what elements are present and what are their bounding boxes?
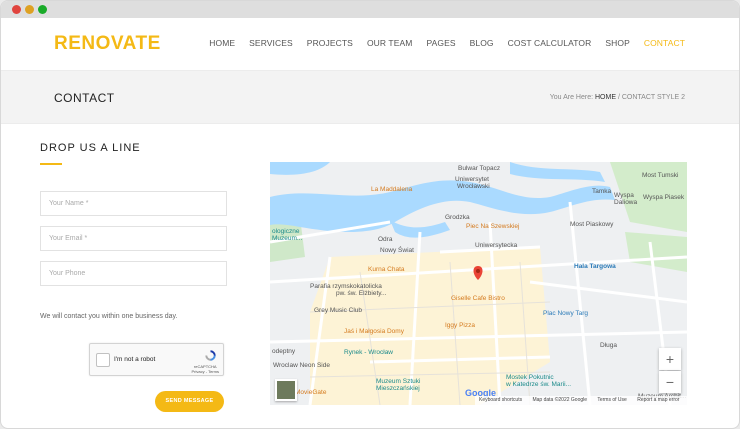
map-label: Rynek - Wrocław — [344, 349, 394, 356]
keyboard-shortcuts-link[interactable]: Keyboard shortcuts — [479, 397, 522, 403]
satellite-toggle-button[interactable] — [275, 379, 297, 401]
nav-pages[interactable]: PAGES — [426, 38, 455, 48]
recaptcha-checkbox[interactable] — [96, 353, 110, 367]
map-label: ologiczne — [272, 228, 300, 235]
map-label: Wrocławski — [457, 183, 490, 190]
map-label: Muzeum... — [272, 235, 303, 242]
breadcrumb-separator: / — [617, 94, 620, 101]
site-logo[interactable]: RENOVATE — [54, 33, 161, 55]
map-label: Piec Na Szewskiej — [466, 223, 520, 230]
map-label: odeptny — [272, 348, 296, 355]
nav-our-team[interactable]: OUR TEAM — [367, 38, 413, 48]
terms-link[interactable]: Terms of Use — [597, 397, 626, 403]
title-bar — [1, 1, 739, 18]
site-header: RENOVATE HOME SERVICES PROJECTS OUR TEAM… — [1, 18, 739, 70]
map-label: Kurna Chata — [368, 266, 405, 273]
map-label: Muzeum Sztuki — [376, 378, 421, 385]
nav-projects[interactable]: PROJECTS — [307, 38, 353, 48]
page-title: CONTACT — [54, 91, 115, 105]
map-label: w Katedrze św. Marii... — [506, 381, 572, 388]
map-label: Długa — [600, 342, 617, 349]
map-label: Wyspa — [614, 192, 634, 199]
recaptcha-logo-icon — [205, 350, 216, 361]
map-label: Mieszczańskiej — [376, 385, 420, 392]
send-message-button[interactable]: SEND MESSAGE — [155, 391, 224, 412]
form-title: DROP US A LINE — [40, 142, 141, 154]
maximize-window-button[interactable] — [38, 5, 47, 14]
map-label: Most Tumski — [642, 172, 679, 179]
breadcrumb: You Are Here: HOME / CONTACT STYLE 2 — [550, 94, 685, 101]
breadcrumb-prefix: You Are Here: — [549, 94, 594, 101]
map-label: Parafia rzymskokatolicka — [310, 283, 382, 290]
map-label: Hala Targowa — [574, 263, 616, 270]
phone-field[interactable]: Your Phone — [40, 261, 227, 286]
close-window-button[interactable] — [12, 5, 21, 14]
nav-shop[interactable]: SHOP — [605, 38, 630, 48]
nav-blog[interactable]: BLOG — [470, 38, 494, 48]
breadcrumb-current: CONTACT STYLE 2 — [621, 94, 685, 101]
breadcrumb-home[interactable]: HOME — [595, 94, 616, 101]
nav-home[interactable]: HOME — [209, 38, 235, 48]
map-label: Most Piaskowy — [570, 221, 614, 228]
map-label: Iggy Pizza — [445, 322, 475, 329]
email-field[interactable]: Your Email * — [40, 226, 227, 251]
title-underline — [40, 163, 62, 165]
map-label: Tamka — [592, 188, 612, 195]
zoom-out-button[interactable]: − — [659, 371, 681, 393]
map-data-text: Map data ©2022 Google — [532, 397, 588, 403]
map-label: Nowy Świat — [380, 247, 414, 254]
map-label: Jaś i Małgosia Domy — [344, 328, 404, 335]
map-label: Grodzka — [445, 214, 470, 221]
contact-note: We will contact you within one business … — [40, 313, 178, 320]
report-error-link[interactable]: Report a map error — [637, 397, 679, 403]
recaptcha-links[interactable]: Privacy - Terms — [192, 369, 219, 374]
browser-window: RENOVATE HOME SERVICES PROJECTS OUR TEAM… — [0, 0, 740, 429]
map-label: Wyspa Piasek — [643, 194, 685, 201]
map-label: pw. św. Elżbiety... — [336, 290, 387, 297]
google-map[interactable]: Uniwersytet Wrocławski Most Tumski Wyspa… — [270, 162, 687, 405]
recaptcha-label: I'm not a robot — [114, 356, 156, 363]
nav-contact[interactable]: CONTACT — [644, 38, 685, 48]
main-nav: HOME SERVICES PROJECTS OUR TEAM PAGES BL… — [195, 38, 685, 48]
recaptcha-brand: reCAPTCHA Privacy - Terms — [192, 364, 219, 374]
map-label: Plac Nowy Targ — [543, 310, 589, 317]
map-footer: Keyboard shortcuts Map data ©2022 Google… — [475, 396, 687, 405]
map-label: Odra — [378, 236, 393, 243]
map-label: Daliowa — [614, 199, 638, 206]
name-field[interactable]: Your Name * — [40, 191, 227, 216]
page-title-banner: CONTACT You Are Here: HOME / CONTACT STY… — [1, 70, 739, 124]
map-label: Bulwar Topacz — [458, 165, 501, 172]
recaptcha-widget: I'm not a robot reCAPTCHA Privacy - Term… — [89, 343, 224, 376]
minimize-window-button[interactable] — [25, 5, 34, 14]
map-label: La Maddalena — [371, 186, 413, 193]
map-label: Uniwersytet — [455, 176, 489, 183]
map-label: Mostek Pokutnic — [506, 374, 554, 381]
map-label: Grey Music Club — [314, 307, 363, 314]
map-label: MovieGate — [295, 389, 327, 396]
map-label: Giselle Cafe Bistro — [451, 295, 505, 302]
map-label: Wroclaw Neon Side — [273, 362, 330, 369]
zoom-in-button[interactable]: + — [659, 348, 681, 370]
contact-form-heading: DROP US A LINE — [40, 142, 230, 165]
nav-services[interactable]: SERVICES — [249, 38, 293, 48]
map-label: Uniwersytecka — [475, 242, 518, 249]
nav-cost-calculator[interactable]: COST CALCULATOR — [508, 38, 592, 48]
